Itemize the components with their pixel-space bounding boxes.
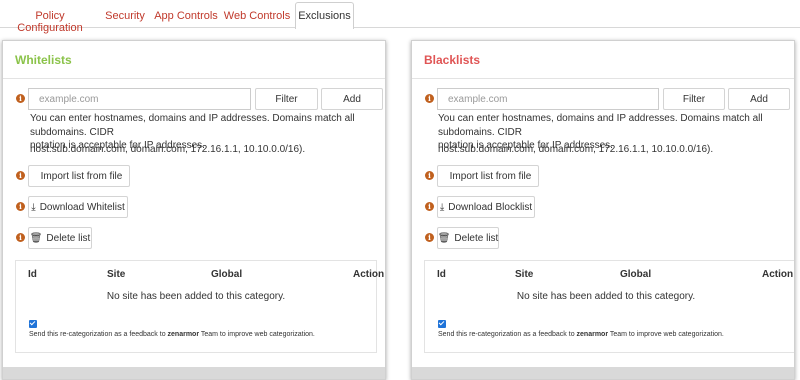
whitelist-feedback-text: Send this re-categorization as a feedbac… xyxy=(29,331,315,338)
blacklist-panel: Blacklists i Filter Add You can enter ho… xyxy=(411,40,795,380)
whitelist-import-label: Import list from file xyxy=(40,170,123,182)
column-header-id[interactable]: Id xyxy=(28,269,37,280)
info-icon[interactable]: i xyxy=(16,94,25,103)
column-header-action[interactable]: Action xyxy=(762,269,793,280)
blacklist-feedback-text: Send this re-categorization as a feedbac… xyxy=(438,331,724,338)
blacklist-download-label: Download Blocklist xyxy=(448,201,533,213)
whitelist-add-button[interactable]: Add xyxy=(321,88,383,110)
blacklist-empty-message: No site has been added to this category. xyxy=(516,291,696,302)
blacklist-delete-button[interactable]: 🗑 Delete list xyxy=(437,227,499,249)
info-icon[interactable]: i xyxy=(425,202,434,211)
tab-security[interactable]: Security xyxy=(100,2,150,28)
info-icon[interactable]: i xyxy=(16,202,25,211)
whitelist-download-label: Download Whitelist xyxy=(39,201,125,213)
tab-app-controls[interactable]: App Controls xyxy=(152,2,220,28)
whitelist-help-example: host.sub.domain.com, domain.com, 172.16.… xyxy=(30,144,306,155)
whitelist-filter-button[interactable]: Filter xyxy=(255,88,318,110)
feedback-checkbox[interactable] xyxy=(438,320,446,328)
tab-bar: Policy Configuration Security App Contro… xyxy=(0,0,800,34)
trash-icon: 🗑 xyxy=(437,232,451,244)
blacklist-filter-button[interactable]: Filter xyxy=(663,88,725,110)
info-icon[interactable]: i xyxy=(425,94,434,103)
column-header-site[interactable]: Site xyxy=(515,269,533,280)
whitelist-title: Whitelists xyxy=(3,41,385,79)
whitelist-input[interactable] xyxy=(28,88,251,110)
whitelist-panel: Whitelists i Filter Add You can enter ho… xyxy=(2,40,386,380)
download-icon: ⤓ xyxy=(31,201,36,213)
info-icon[interactable]: i xyxy=(16,171,25,180)
blacklist-delete-label: Delete list xyxy=(454,232,499,244)
whitelist-import-button[interactable]: Import list from file xyxy=(28,165,130,187)
blacklist-import-label: Import list from file xyxy=(449,170,532,182)
whitelist-empty-message: No site has been added to this category. xyxy=(106,291,286,302)
tab-policy-configuration[interactable]: Policy Configuration xyxy=(4,2,96,34)
info-icon[interactable]: i xyxy=(425,171,434,180)
blacklist-title: Blacklists xyxy=(412,41,794,79)
blacklist-download-button[interactable]: ⤓ Download Blocklist xyxy=(437,196,535,218)
blacklist-table: Id Site Global Action No site has been a… xyxy=(424,260,794,353)
panel-footer xyxy=(412,367,794,379)
column-header-global[interactable]: Global xyxy=(211,269,242,280)
blacklist-add-button[interactable]: Add xyxy=(728,88,790,110)
tab-exclusions[interactable]: Exclusions xyxy=(295,2,354,29)
panel-footer xyxy=(3,367,385,379)
feedback-checkbox[interactable] xyxy=(29,320,37,328)
blacklist-help-example: host.sub.domain.com, domain.com, 172.16.… xyxy=(438,144,714,155)
blacklist-import-button[interactable]: Import list from file xyxy=(437,165,539,187)
whitelist-delete-label: Delete list xyxy=(46,232,91,244)
tab-web-controls[interactable]: Web Controls xyxy=(222,2,292,28)
column-header-id[interactable]: Id xyxy=(437,269,446,280)
whitelist-download-button[interactable]: ⤓ Download Whitelist xyxy=(28,196,128,218)
column-header-site[interactable]: Site xyxy=(107,269,125,280)
column-header-action[interactable]: Action xyxy=(353,269,384,280)
blacklist-input[interactable] xyxy=(437,88,659,110)
info-icon[interactable]: i xyxy=(425,233,434,242)
download-icon: ⤓ xyxy=(439,201,445,213)
column-header-global[interactable]: Global xyxy=(620,269,651,280)
whitelist-delete-button[interactable]: 🗑 Delete list xyxy=(28,227,92,249)
info-icon[interactable]: i xyxy=(16,233,25,242)
trash-icon: 🗑 xyxy=(29,232,43,244)
whitelist-table: Id Site Global Action No site has been a… xyxy=(15,260,384,353)
